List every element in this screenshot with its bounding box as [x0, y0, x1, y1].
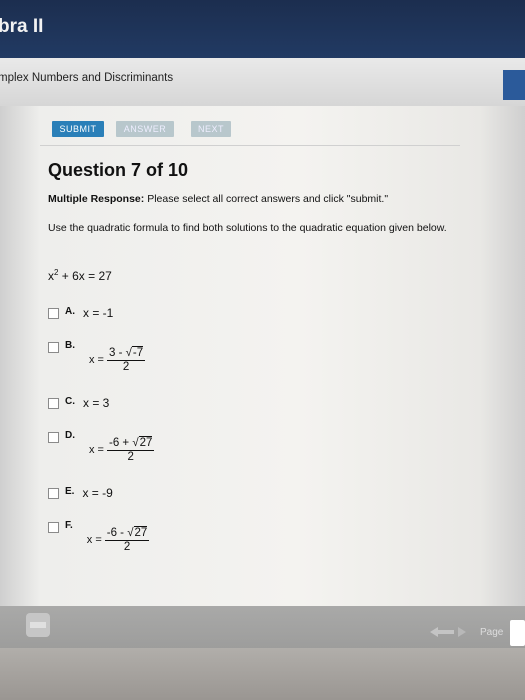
header-accent: [503, 70, 525, 100]
option-d-checkbox[interactable]: [48, 432, 59, 443]
quadratic-equation: x2 + 6x = 27: [48, 268, 112, 283]
lesson-title: mplex Numbers and Discriminants: [0, 72, 174, 84]
previous-arrow-icon[interactable]: [430, 627, 438, 637]
option-f-root-symbol: √: [127, 527, 134, 539]
option-d[interactable]: D. x = -6 + √27 2: [48, 430, 155, 464]
option-d-denominator: 2: [127, 451, 134, 463]
page-label: Page: [480, 627, 504, 638]
option-c[interactable]: C. x = 3: [48, 396, 109, 410]
option-f-letter: F.: [65, 520, 73, 531]
option-f-xeq: x =: [86, 534, 102, 546]
option-a-checkbox[interactable]: [48, 308, 59, 319]
option-d-fraction: x = -6 + √27 2: [89, 436, 155, 464]
option-d-numerator: -6 +: [108, 437, 133, 449]
option-e-letter: E.: [65, 486, 75, 497]
page-number-input[interactable]: [510, 620, 525, 646]
option-c-letter: C.: [65, 396, 75, 407]
option-f-radicand: 27: [133, 526, 148, 539]
question-instruction: Use the quadratic formula to find both s…: [48, 222, 447, 234]
equation-rest: + 6x = 27: [58, 269, 112, 283]
lesson-header: mplex Numbers and Discriminants: [0, 58, 525, 106]
question-title: Question 7 of 10: [48, 160, 189, 180]
option-d-xeq: x =: [89, 444, 104, 456]
option-b-radicand: -7: [131, 346, 144, 359]
print-icon[interactable]: [26, 613, 50, 637]
response-instruction-text: Please select all correct answers and cl…: [147, 193, 389, 205]
option-f[interactable]: F. x = -6 - √27 2: [48, 520, 150, 554]
next-button[interactable]: NEXT: [191, 121, 231, 137]
option-f-numerator: -6 -: [106, 527, 128, 539]
option-c-value: x = 3: [83, 396, 110, 410]
app-header: bra II: [0, 0, 525, 58]
option-d-root-symbol: √: [132, 437, 139, 449]
option-b-checkbox[interactable]: [48, 342, 59, 353]
option-a-value: x = -1: [83, 306, 114, 320]
footer-bar: [0, 606, 525, 648]
option-c-checkbox[interactable]: [48, 398, 59, 409]
option-a[interactable]: A. x = -1: [48, 306, 113, 320]
course-title: bra II: [0, 16, 44, 37]
option-b-numerator: 3 -: [108, 347, 126, 359]
option-b-fraction: x = 3 - √-7 2: [89, 346, 146, 374]
option-f-checkbox[interactable]: [48, 522, 59, 533]
option-d-letter: D.: [65, 430, 75, 441]
response-instructions: Multiple Response: Please select all cor…: [48, 193, 388, 205]
desk-surface: [0, 648, 525, 700]
response-type: Multiple Response:: [48, 193, 145, 205]
option-b[interactable]: B. x = 3 - √-7 2: [48, 340, 146, 374]
answer-button[interactable]: ANSWER: [116, 121, 174, 137]
option-b-letter: B.: [65, 340, 75, 351]
option-f-denominator: 2: [123, 541, 131, 553]
option-e-value: x = -9: [82, 486, 113, 500]
previous-arrow-shaft: [438, 630, 454, 634]
option-f-fraction: x = -6 - √27 2: [87, 526, 150, 554]
next-arrow-icon[interactable]: [458, 627, 466, 637]
option-e[interactable]: E. x = -9: [48, 486, 113, 500]
toolbar-divider: [40, 145, 460, 146]
option-a-letter: A.: [65, 306, 75, 317]
option-e-checkbox[interactable]: [48, 488, 59, 499]
option-b-root-symbol: √: [125, 347, 132, 359]
option-b-denominator: 2: [122, 361, 130, 373]
option-b-xeq: x =: [89, 354, 104, 366]
option-d-radicand: 27: [138, 436, 153, 449]
submit-button[interactable]: SUBMIT: [52, 121, 104, 137]
